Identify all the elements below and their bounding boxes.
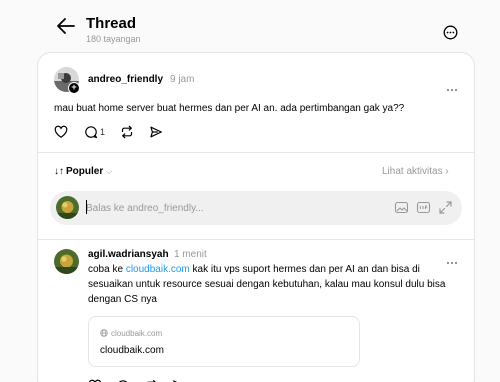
view-activity-link[interactable]: Lihat aktivitas › (382, 166, 449, 177)
link-preview-card[interactable]: cloudbaik.com cloudbaik.com (88, 316, 360, 367)
send-icon (150, 126, 162, 138)
view-activity-label: Lihat aktivitas (382, 166, 443, 177)
chevron-down-icon: ⌵ (106, 167, 113, 176)
heart-icon (54, 125, 68, 138)
comment-text-before: coba ke (88, 264, 126, 275)
like-button[interactable] (54, 125, 68, 141)
thread-options-button[interactable] (443, 25, 458, 40)
reply-button[interactable] (84, 125, 98, 141)
chevron-right-icon: › (445, 166, 449, 177)
thread-page: Thread 180 tayangan + andreo_friendly 9 … (0, 0, 500, 382)
avatar-image (56, 196, 79, 219)
sort-dropdown[interactable]: ↓↑ Populer ⌵ (54, 166, 112, 177)
image-icon (394, 201, 409, 214)
expand-composer-button[interactable] (438, 200, 453, 215)
reply-input[interactable] (86, 200, 336, 216)
page-title: Thread (86, 15, 137, 32)
repost-icon (121, 125, 133, 139)
comment-text: coba ke cloudbaik.com kak itu vps suport… (88, 262, 466, 307)
text-caret (86, 200, 87, 214)
thread-card: + andreo_friendly 9 jam mau buat home se… (37, 52, 475, 382)
comment-more-button[interactable] (446, 252, 458, 265)
preview-domain-label: cloudbaik.com (111, 329, 163, 338)
follow-plus-icon[interactable]: + (68, 82, 80, 94)
reply-count: 1 (100, 127, 106, 137)
attach-image-button[interactable] (394, 200, 409, 215)
post-timestamp: 9 jam (170, 74, 195, 85)
comment-icon (85, 126, 98, 139)
back-button[interactable] (55, 16, 77, 36)
post-author-name[interactable]: andreo_friendly (88, 74, 163, 85)
header: Thread 180 tayangan (0, 0, 500, 50)
gif-icon (416, 201, 431, 214)
comment-author-avatar[interactable] (54, 249, 79, 274)
preview-title: cloudbaik.com (100, 345, 164, 356)
comment-timestamp: 1 menit (174, 249, 207, 260)
more-circle-icon (443, 25, 458, 40)
arrow-left-icon (57, 18, 75, 34)
comment-author-name[interactable]: agil.wadriansyah (88, 249, 169, 260)
preview-domain: cloudbaik.com (100, 329, 162, 338)
globe-icon (100, 329, 108, 337)
expand-icon (439, 201, 452, 214)
share-button[interactable] (149, 125, 163, 141)
current-user-avatar (56, 196, 79, 219)
sort-label: Populer (66, 166, 104, 177)
post-more-button[interactable] (446, 79, 458, 92)
comment-link[interactable]: cloudbaik.com (126, 264, 190, 275)
divider (38, 239, 474, 240)
attach-gif-button[interactable] (416, 200, 431, 215)
divider (38, 152, 474, 153)
sort-arrows-icon: ↓↑ (54, 166, 64, 177)
repost-button[interactable] (120, 125, 134, 141)
avatar-image (54, 249, 79, 274)
view-count: 180 tayangan (86, 34, 141, 44)
post-text: mau buat home server buat hermes dan per… (54, 103, 405, 114)
ellipsis-icon (446, 88, 458, 92)
reply-composer (50, 191, 462, 225)
